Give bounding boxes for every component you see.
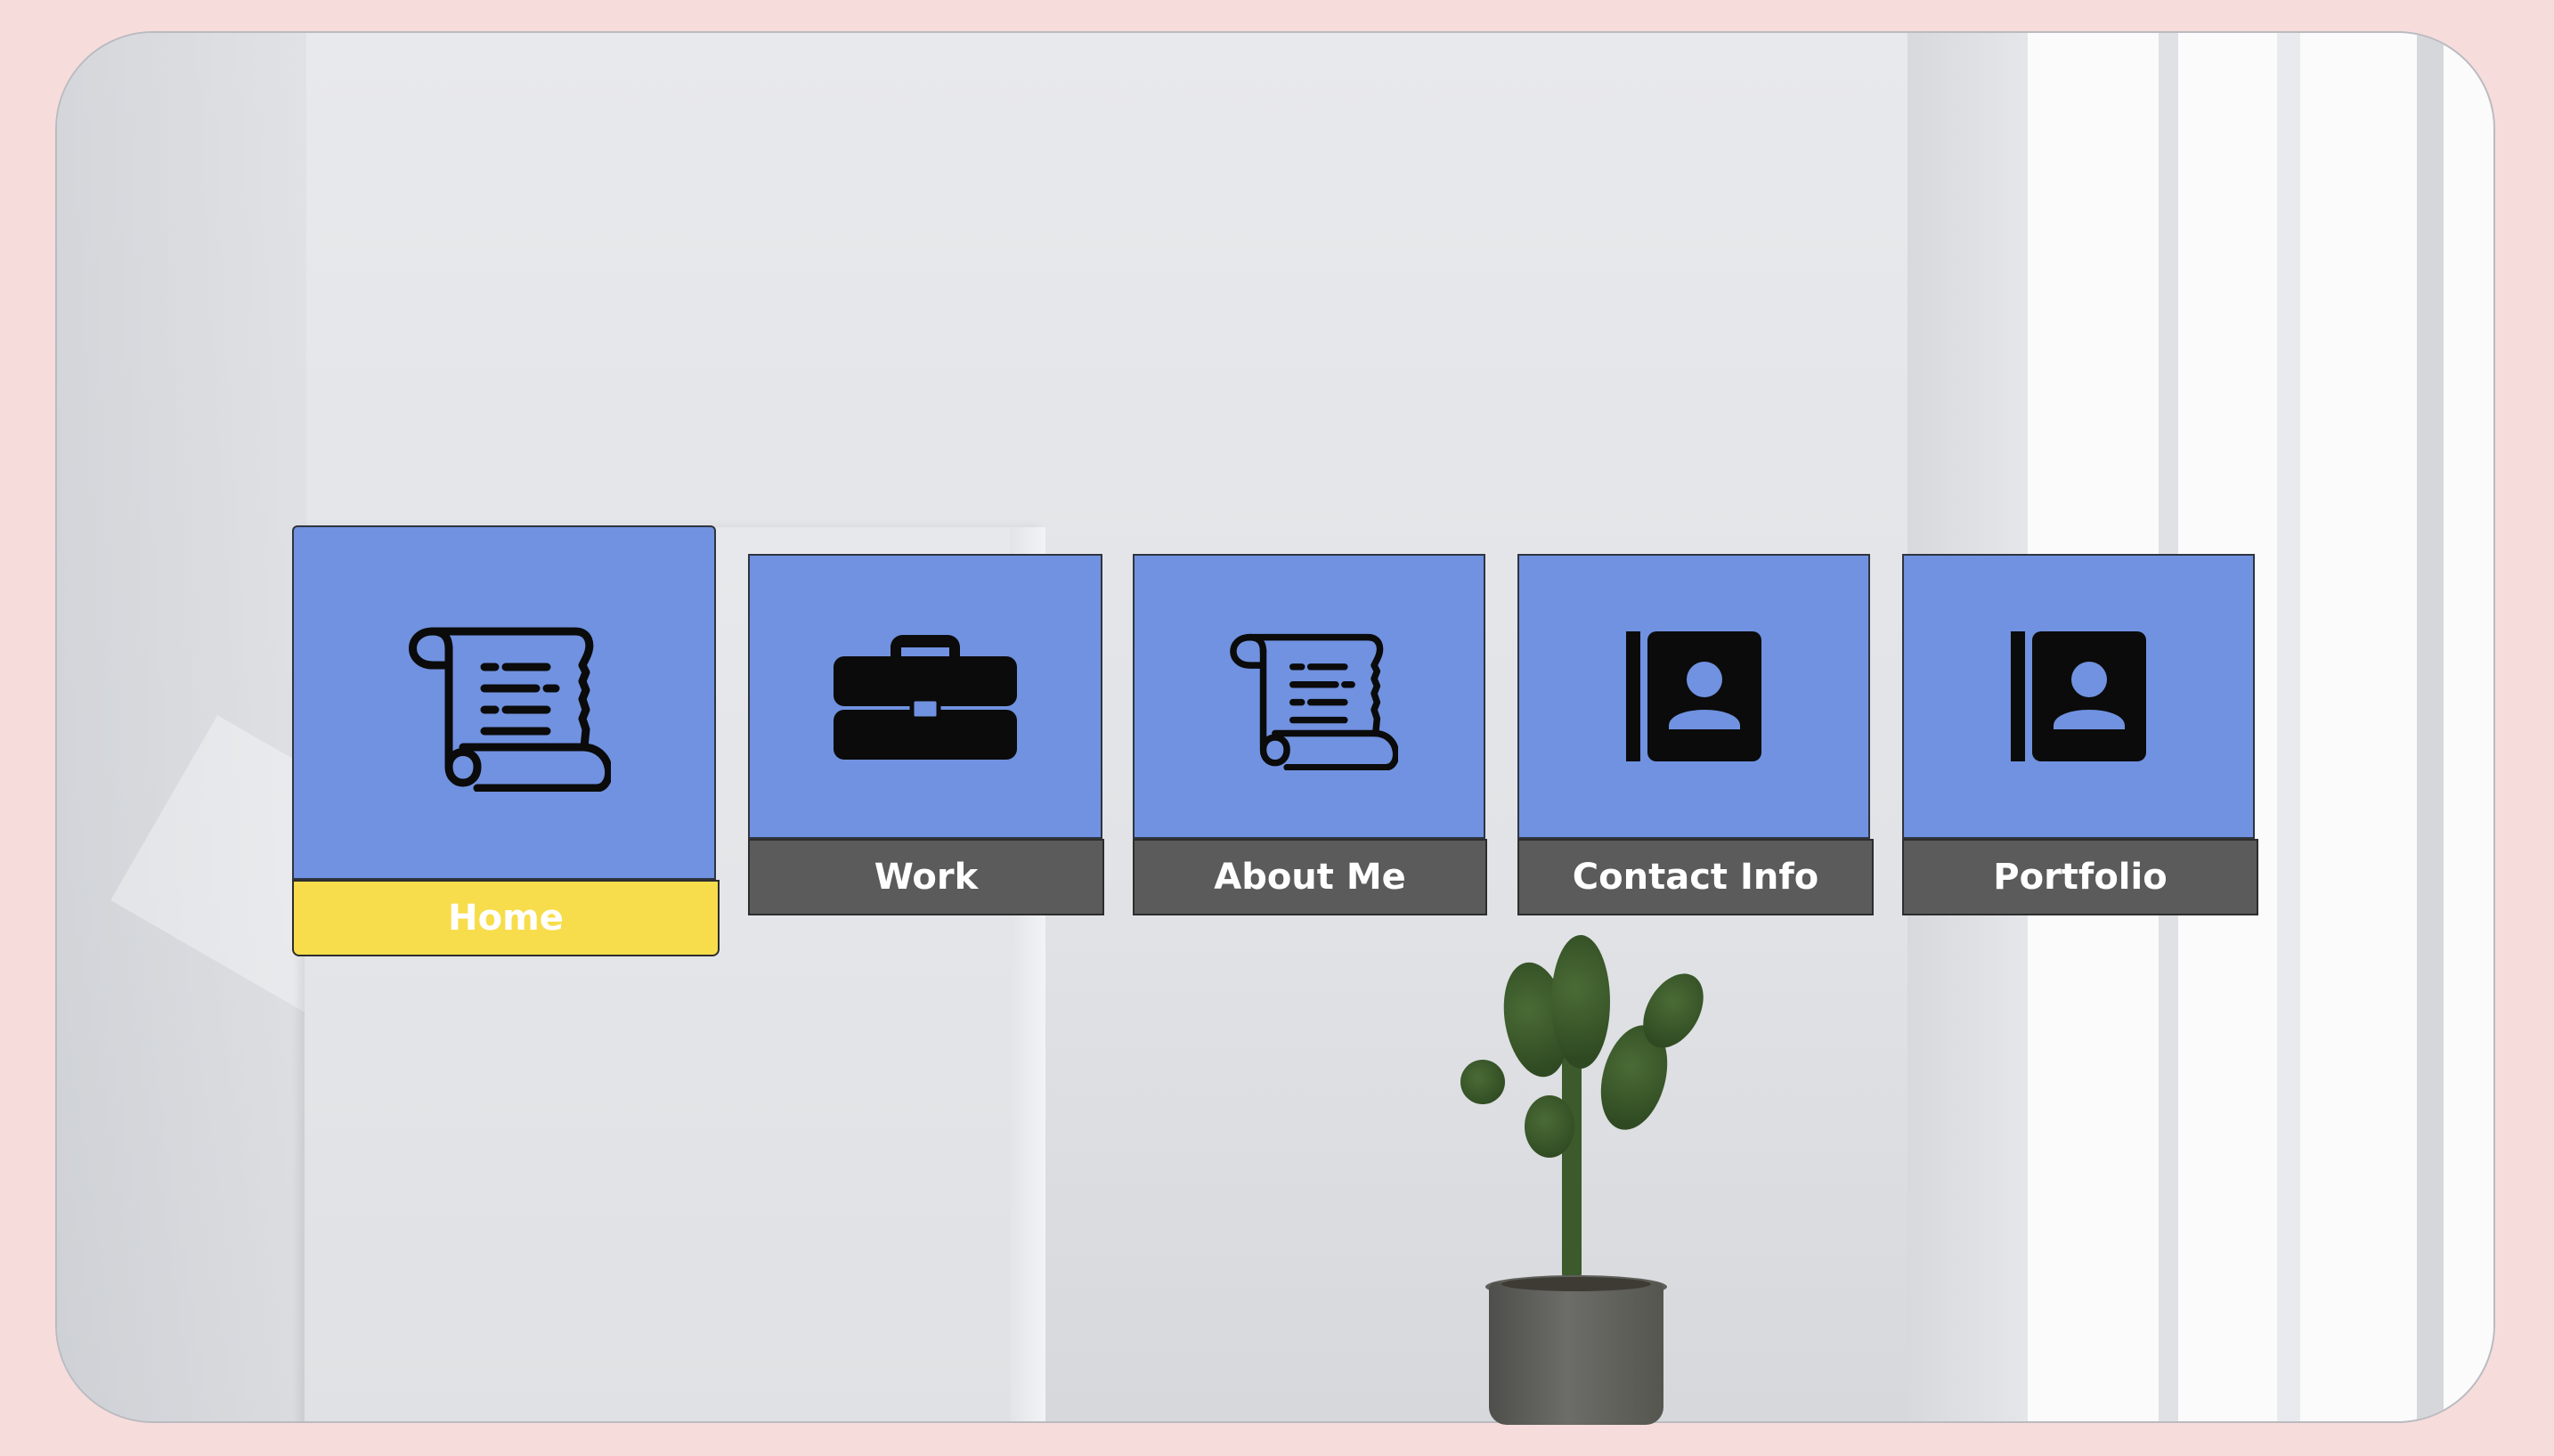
scroll-icon: [409, 627, 611, 792]
briefcase-icon: [834, 635, 1017, 760]
window-frame: [2417, 33, 2444, 1421]
window-frame: [2277, 33, 2300, 1421]
cactus-pad: [1551, 935, 1610, 1069]
nav-tile-home-label[interactable]: Home: [292, 880, 720, 956]
nav-tile-work-label[interactable]: Work: [748, 839, 1104, 915]
pot-soil: [1501, 1277, 1651, 1291]
wall-shadow: [57, 33, 306, 1421]
cactus-pad: [1525, 1095, 1574, 1158]
contact-book-icon: [2011, 631, 2146, 761]
plant-pot: [1489, 1282, 1663, 1425]
nav-tile-about-me-icon-box[interactable]: [1133, 554, 1485, 839]
scroll-icon: [1230, 633, 1398, 770]
nav-tile-work-icon-box[interactable]: [748, 554, 1102, 839]
nav-tile-contact-info-icon-box[interactable]: [1517, 554, 1870, 839]
nav-tile-portfolio-icon-box[interactable]: [1902, 554, 2255, 839]
cactus-stem: [1562, 1051, 1582, 1282]
nav-tile-portfolio-label[interactable]: Portfolio: [1902, 839, 2258, 915]
contact-book-icon: [1626, 631, 1761, 761]
nav-tile-home-icon-box[interactable]: [292, 525, 716, 880]
nav-tile-contact-info-label[interactable]: Contact Info: [1517, 839, 1874, 915]
nav-tile-about-me-label[interactable]: About Me: [1133, 839, 1487, 915]
cactus-pad: [1460, 1060, 1505, 1104]
